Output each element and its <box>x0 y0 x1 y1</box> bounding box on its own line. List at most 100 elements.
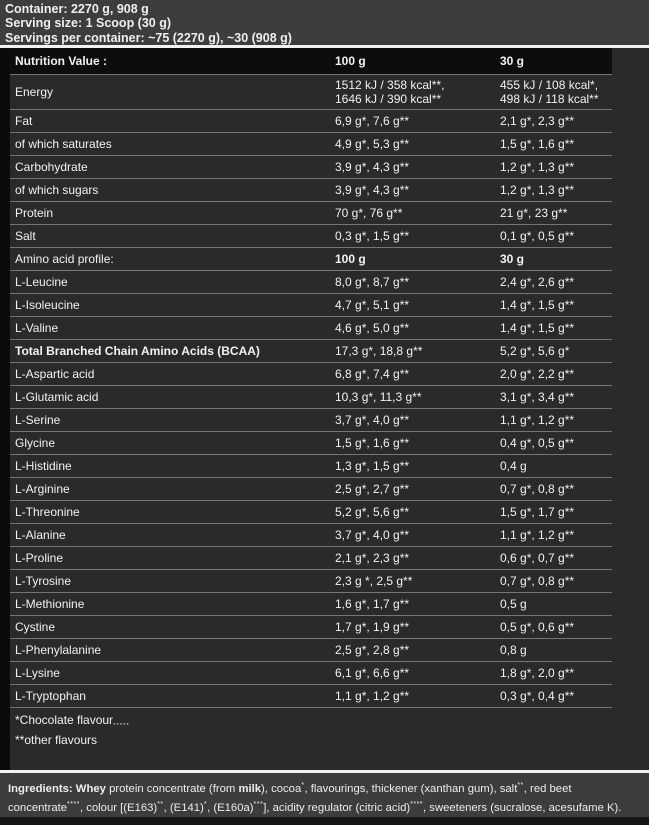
table-row: L-Tyrosine 2,3 g *, 2,5 g** 0,7 g*, 0,8 … <box>10 570 612 593</box>
row-label: L-Tryptophan <box>10 689 335 703</box>
table-header-row: Nutrition Value : 100 g 30 g <box>10 48 612 75</box>
row-label: L-Phenylalanine <box>10 643 335 657</box>
row-label: L-Alanine <box>10 528 335 542</box>
row-value-30g: 0,5 g*, 0,6 g** <box>500 620 612 634</box>
ingredients-segment: ], acidity regulator (citric acid) <box>263 802 410 814</box>
row-label: of which sugars <box>10 183 335 197</box>
ingredients-bar: Ingredients: Whey protein concentrate (f… <box>0 773 649 817</box>
row-value-30g: 1,8 g*, 2,0 g** <box>500 666 612 680</box>
row-value-30g: 1,2 g*, 1,3 g** <box>500 160 612 174</box>
table-row: of which sugars 3,9 g*, 4,3 g** 1,2 g*, … <box>10 179 612 202</box>
row-label: L-Lysine <box>10 666 335 680</box>
row-value-100g: 6,8 g*, 7,4 g** <box>335 367 500 381</box>
row-value-30g: 3,1 g*, 3,4 g** <box>500 390 612 404</box>
ingredients-segment: ), cocoa <box>261 783 301 795</box>
row-label: L-Leucine <box>10 275 335 289</box>
table-row: L-Histidine 1,3 g*, 1,5 g** 0,4 g <box>10 455 612 478</box>
ingredients-segment: Whey <box>76 783 106 795</box>
row-value-30g: 21 g*, 23 g** <box>500 206 612 220</box>
row-value-100g: 1,5 g*, 1,6 g** <box>335 436 500 450</box>
servings-per-container-line: Servings per container: ~75 (2270 g), ~3… <box>5 31 649 45</box>
container-line: Container: 2270 g, 908 g <box>5 2 649 16</box>
row-value-100g: 4,9 g*, 5,3 g** <box>335 137 500 151</box>
row-value-30g: 5,2 g*, 5,6 g* <box>500 344 612 358</box>
row-value-100g: 2,5 g*, 2,8 g** <box>335 643 500 657</box>
row-label: L-Aspartic acid <box>10 367 335 381</box>
table-row: L-Tryptophan 1,1 g*, 1,2 g** 0,3 g*, 0,4… <box>10 685 612 708</box>
row-label: Fat <box>10 114 335 128</box>
row-value-30g: 455 kJ / 108 kcal*, 498 kJ / 118 kcal** <box>500 78 612 106</box>
row-label: Cystine <box>10 620 335 634</box>
row-value-100g: 70 g*, 76 g** <box>335 206 500 220</box>
table-row: L-Isoleucine 4,7 g*, 5,1 g** 1,4 g*, 1,5… <box>10 294 612 317</box>
row-label: Amino acid profile: <box>10 252 335 266</box>
row-label: L-Methionine <box>10 597 335 611</box>
row-value-30g: 2,4 g*, 2,6 g** <box>500 275 612 289</box>
row-value-30g: 1,5 g*, 1,7 g** <box>500 505 612 519</box>
row-value-30g: 1,4 g*, 1,5 g** <box>500 298 612 312</box>
row-label: of which saturates <box>10 137 335 151</box>
table-header-col-100g: 100 g <box>335 54 500 68</box>
table-row: Carbohydrate 3,9 g*, 4,3 g** 1,2 g*, 1,3… <box>10 156 612 179</box>
row-value-100g: 10,3 g*, 11,3 g** <box>335 390 500 404</box>
row-label: Salt <box>10 229 335 243</box>
row-value-30g: 0,4 g*, 0,5 g** <box>500 436 612 450</box>
row-value-30g: 0,7 g*, 0,8 g** <box>500 574 612 588</box>
table-row: of which saturates 4,9 g*, 5,3 g** 1,5 g… <box>10 133 612 156</box>
bottom-edge-strip <box>0 817 649 825</box>
row-value-30g: 0,5 g <box>500 597 612 611</box>
row-value-100g: 3,7 g*, 4,0 g** <box>335 528 500 542</box>
row-value-100g: 1,7 g*, 1,9 g** <box>335 620 500 634</box>
row-label: Protein <box>10 206 335 220</box>
container-info-bar: Container: 2270 g, 908 g Serving size: 1… <box>0 0 649 45</box>
table-row: Cystine 1,7 g*, 1,9 g** 0,5 g*, 0,6 g** <box>10 616 612 639</box>
footnote-micro-mark: ***** <box>113 723 130 729</box>
nutrition-table: Nutrition Value : 100 g 30 g Energy 1512… <box>0 48 649 770</box>
row-label: L-Proline <box>10 551 335 565</box>
table-row: Protein 70 g*, 76 g** 21 g*, 23 g** <box>10 202 612 225</box>
ingredients-segment: , colour [(E163) <box>80 802 157 814</box>
table-row: Total Branched Chain Amino Acids (BCAA) … <box>10 340 612 363</box>
table-body: Energy 1512 kJ / 358 kcal**, 1646 kJ / 3… <box>10 75 649 708</box>
table-row: L-Phenylalanine 2,5 g*, 2,8 g** 0,8 g <box>10 639 612 662</box>
row-value-100g: 6,1 g*, 6,6 g** <box>335 666 500 680</box>
ingredients-segment: , (E141) <box>164 802 204 814</box>
row-value-100g: 1,3 g*, 1,5 g** <box>335 459 500 473</box>
row-label: Carbohydrate <box>10 160 335 174</box>
ingredients-segment: milk <box>238 783 261 795</box>
row-value-100g: 100 g <box>335 252 500 266</box>
table-row: L-Glutamic acid 10,3 g*, 11,3 g** 3,1 g*… <box>10 386 612 409</box>
ingredients-segment: **** <box>67 801 80 808</box>
footnote-chocolate-text: *Chocolate flavour <box>15 713 113 727</box>
row-label: L-Tyrosine <box>10 574 335 588</box>
row-value-30g: 2,0 g*, 2,2 g** <box>500 367 612 381</box>
row-label: L-Valine <box>10 321 335 335</box>
ingredients-segment: , (E160a) <box>207 802 253 814</box>
row-label: L-Serine <box>10 413 335 427</box>
table-row: L-Threonine 5,2 g*, 5,6 g** 1,5 g*, 1,7 … <box>10 501 612 524</box>
row-label: Glycine <box>10 436 335 450</box>
row-value-100g: 5,2 g*, 5,6 g** <box>335 505 500 519</box>
row-value-100g: 17,3 g*, 18,8 g** <box>335 344 500 358</box>
ingredients-segment: **** <box>410 801 423 808</box>
row-value-30g: 1,4 g*, 1,5 g** <box>500 321 612 335</box>
row-value-30g: 1,1 g*, 1,2 g** <box>500 413 612 427</box>
table-row: L-Valine 4,6 g*, 5,0 g** 1,4 g*, 1,5 g** <box>10 317 612 340</box>
row-label: L-Glutamic acid <box>10 390 335 404</box>
row-value-30g: 1,1 g*, 1,2 g** <box>500 528 612 542</box>
row-value-100g: 8,0 g*, 8,7 g** <box>335 275 500 289</box>
ingredients-segment: , sweeteners (sucralose, acesufame K). <box>423 802 621 814</box>
row-value-30g: 2,1 g*, 2,3 g** <box>500 114 612 128</box>
row-value-30g: 0,1 g*, 0,5 g** <box>500 229 612 243</box>
ingredients-segment: , flavourings, thickener (xanthan gum), … <box>304 783 517 795</box>
row-label: L-Threonine <box>10 505 335 519</box>
row-value-100g: 1512 kJ / 358 kcal**, 1646 kJ / 390 kcal… <box>335 78 500 106</box>
table-row: L-Proline 2,1 g*, 2,3 g** 0,6 g*, 0,7 g*… <box>10 547 612 570</box>
row-value-100g: 3,9 g*, 4,3 g** <box>335 183 500 197</box>
row-label: L-Arginine <box>10 482 335 496</box>
row-value-100g: 3,7 g*, 4,0 g** <box>335 413 500 427</box>
table-row: Amino acid profile: 100 g 30 g <box>10 248 612 271</box>
row-value-30g: 0,8 g <box>500 643 612 657</box>
table-row: L-Methionine 1,6 g*, 1,7 g** 0,5 g <box>10 593 612 616</box>
table-row: L-Arginine 2,5 g*, 2,7 g** 0,7 g*, 0,8 g… <box>10 478 612 501</box>
